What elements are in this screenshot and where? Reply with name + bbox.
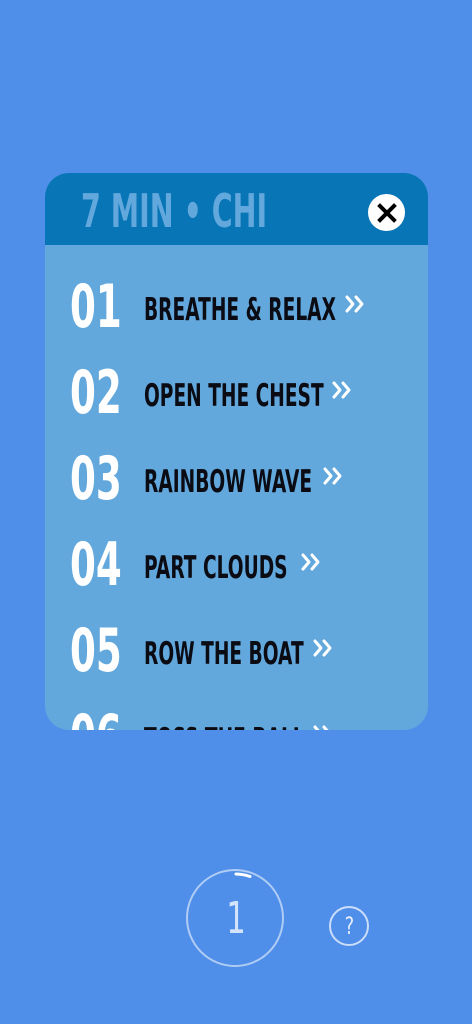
exercise-label: TOSS THE BALL xyxy=(144,720,305,730)
double-chevron-right-icon xyxy=(345,295,364,313)
help-button[interactable]: ? xyxy=(329,906,369,946)
exercise-label: RAINBOW WAVE xyxy=(144,464,313,500)
exercise-label: OPEN THE CHEST xyxy=(144,378,324,414)
list-item[interactable]: 02 OPEN THE CHEST xyxy=(45,358,428,444)
double-chevron-right-icon xyxy=(313,725,329,730)
double-chevron-right-icon xyxy=(313,639,332,657)
timer-value: 1 xyxy=(226,893,246,944)
exercise-label: PART CLOUDS xyxy=(144,550,288,586)
panel-header: 7 MIN • CHI xyxy=(45,173,428,245)
list-item[interactable]: 03 RAINBOW WAVE xyxy=(45,444,428,530)
round-timer-button[interactable]: 1 xyxy=(186,869,284,967)
exercise-number: 02 xyxy=(70,358,122,428)
exercise-number: 03 xyxy=(70,444,122,514)
exercise-number: 04 xyxy=(70,530,122,600)
close-icon xyxy=(376,202,397,223)
exercise-list[interactable]: 01 BREATHE & RELAX 02 OPEN THE CHEST 03 … xyxy=(45,245,428,730)
exercise-label: BREATHE & RELAX xyxy=(144,292,336,328)
exercise-number: 05 xyxy=(70,616,122,686)
session-title: 7 MIN • CHI xyxy=(81,184,268,238)
help-icon: ? xyxy=(344,912,354,940)
exercise-list-panel: 7 MIN • CHI 01 BREATHE & RELAX 02 OPEN T… xyxy=(45,173,428,730)
exercise-label: ROW THE BOAT xyxy=(144,636,304,672)
exercise-number: 01 xyxy=(70,272,122,342)
double-chevron-right-icon xyxy=(301,553,320,571)
list-item[interactable]: 01 BREATHE & RELAX xyxy=(45,272,428,358)
exercise-number: 06 xyxy=(70,702,122,730)
list-item[interactable]: 06 TOSS THE BALL xyxy=(45,702,428,730)
list-item[interactable]: 05 ROW THE BOAT xyxy=(45,616,428,702)
list-item[interactable]: 04 PART CLOUDS xyxy=(45,530,428,616)
close-button[interactable] xyxy=(368,194,405,231)
double-chevron-right-icon xyxy=(332,381,351,399)
double-chevron-right-icon xyxy=(323,467,342,485)
